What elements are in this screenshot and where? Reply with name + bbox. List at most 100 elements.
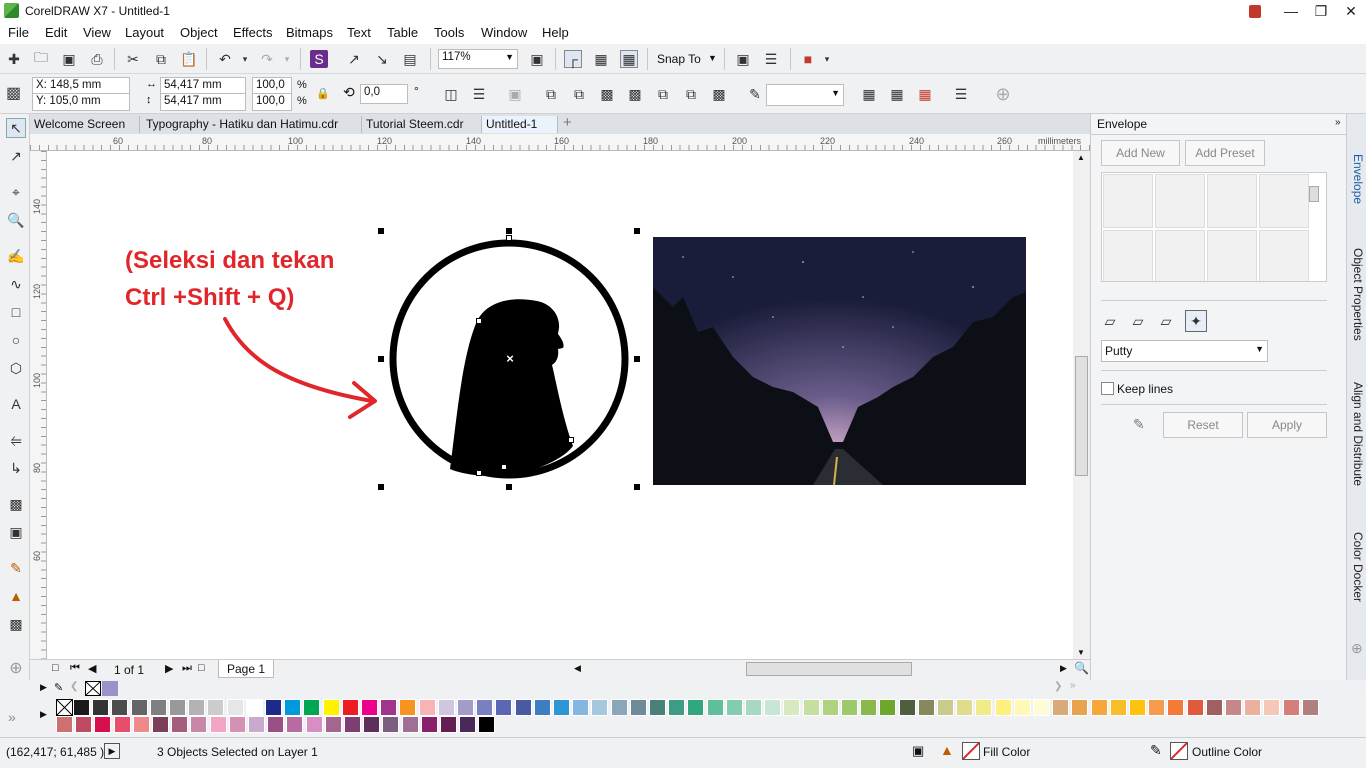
color-swatch[interactable] <box>725 699 743 716</box>
color-swatch[interactable] <box>226 699 244 716</box>
zoom-navigator-icon[interactable]: 🔍 <box>1074 661 1089 675</box>
docker-collapse-icon[interactable]: » <box>1335 117 1341 128</box>
color-swatch[interactable] <box>514 699 532 716</box>
menu-layout[interactable]: Layout <box>125 25 164 40</box>
color-swatch[interactable] <box>111 699 129 716</box>
color-swatch[interactable] <box>380 699 398 716</box>
color-swatch[interactable] <box>363 716 381 733</box>
show-rulers-icon[interactable]: ┌ <box>564 50 582 68</box>
color-swatch[interactable] <box>245 699 263 716</box>
options-icon[interactable]: ☰ <box>762 50 780 68</box>
color-swatch[interactable] <box>171 716 189 733</box>
page-1-tab[interactable]: Page 1 <box>218 660 275 678</box>
connector-tool-icon[interactable]: ↳ <box>6 458 26 478</box>
color-proof-icon[interactable]: ▣ <box>912 743 924 759</box>
color-swatch[interactable] <box>1225 699 1242 716</box>
menu-tools[interactable]: Tools <box>434 25 464 40</box>
color-swatch[interactable] <box>917 699 935 716</box>
horizontal-scroll-thumb[interactable] <box>746 662 912 676</box>
palette-eyedropper-icon[interactable]: ✎ <box>54 681 63 694</box>
color-swatch[interactable] <box>286 716 304 733</box>
tab-welcome-screen[interactable]: Welcome Screen <box>30 116 140 133</box>
color-swatch[interactable] <box>553 699 570 716</box>
parallel-dimension-icon[interactable]: ⥢ <box>6 430 26 450</box>
drop-shadow-icon[interactable]: ▩ <box>6 494 26 514</box>
color-swatch[interactable] <box>324 716 342 733</box>
scroll-thumb[interactable] <box>1075 356 1088 476</box>
close-button[interactable]: ✕ <box>1336 0 1366 22</box>
preset-cell[interactable] <box>1207 230 1257 281</box>
color-swatch[interactable] <box>1186 699 1204 716</box>
polygon-tool-icon[interactable]: ⬡ <box>6 358 26 378</box>
color-swatch[interactable] <box>418 699 436 716</box>
snap-to-dropdown[interactable]: Snap To <box>657 52 701 66</box>
smart-fill-icon[interactable]: ▩ <box>6 614 26 634</box>
palette-expand-icon[interactable]: » <box>8 709 16 725</box>
eyedropper-icon[interactable]: ✎ <box>1133 416 1145 433</box>
color-swatch[interactable] <box>478 716 496 733</box>
color-swatch[interactable] <box>149 699 167 716</box>
open-folder-icon[interactable]: 🗀 <box>32 49 50 68</box>
color-swatch[interactable] <box>73 699 90 716</box>
color-swatch[interactable] <box>344 716 361 733</box>
unconstrained-mode-icon[interactable]: ✦ <box>1185 310 1207 332</box>
side-tab-color-docker[interactable]: Color Docker <box>1351 532 1365 602</box>
node-handle[interactable] <box>476 470 482 476</box>
color-swatch[interactable] <box>1301 699 1319 716</box>
color-swatch[interactable] <box>92 699 110 716</box>
preset-cell[interactable] <box>1103 174 1153 228</box>
show-grid-icon[interactable]: ▦ <box>592 50 610 68</box>
color-swatch[interactable] <box>764 699 782 716</box>
color-swatch[interactable] <box>94 716 112 733</box>
tab-tutorial-steem[interactable]: Tutorial Steem.cdr <box>362 116 482 133</box>
height-field[interactable]: 54,417 mm <box>160 93 246 111</box>
drawing-canvas[interactable]: (Seleksi dan tekan Ctrl +Shift + Q) × <box>47 151 1073 659</box>
menu-edit[interactable]: Edit <box>45 25 67 40</box>
double-arc-mode-icon[interactable]: ▱ <box>1157 312 1175 330</box>
center-marker-icon[interactable]: × <box>504 352 516 365</box>
lock-ratio-icon[interactable]: 🔒 <box>316 87 330 100</box>
menu-view[interactable]: View <box>83 25 111 40</box>
palette-expand-icon[interactable]: » <box>1070 680 1076 691</box>
document-color-swatch[interactable] <box>102 681 118 696</box>
color-swatch[interactable] <box>745 699 762 716</box>
preset-cell[interactable] <box>1103 230 1153 281</box>
color-swatch[interactable] <box>207 699 225 716</box>
straight-line-mode-icon[interactable]: ▱ <box>1101 312 1119 330</box>
undo-dropdown-icon[interactable]: ▾ <box>236 50 254 68</box>
back-minus-front-icon[interactable]: ▩ <box>710 85 728 103</box>
color-swatch[interactable] <box>113 716 131 733</box>
simplify-icon[interactable]: ⧉ <box>654 85 672 103</box>
color-swatch[interactable] <box>994 699 1012 716</box>
combine-icon[interactable]: ⧉ <box>542 85 560 103</box>
last-page-icon[interactable]: ⏭ <box>182 662 192 675</box>
weld-icon[interactable]: ⧉ <box>570 85 588 103</box>
import-icon[interactable]: ↗ <box>345 50 363 68</box>
color-swatch[interactable] <box>841 699 858 716</box>
add-page-icon[interactable]: □ <box>52 662 59 674</box>
scale-y-field[interactable]: 100,0 <box>252 93 292 111</box>
crop-tool-icon[interactable]: ⌖ <box>6 182 26 202</box>
color-swatch[interactable] <box>937 699 954 716</box>
color-swatch[interactable] <box>303 699 321 716</box>
apply-button[interactable]: Apply <box>1247 412 1327 438</box>
selection-handle[interactable] <box>378 228 384 234</box>
add-page-after-icon[interactable]: □ <box>198 662 205 674</box>
color-swatch[interactable] <box>533 699 551 716</box>
scroll-up-icon[interactable]: ▲ <box>1077 153 1085 162</box>
color-swatch[interactable] <box>706 699 724 716</box>
color-swatch[interactable] <box>130 699 148 716</box>
menu-window[interactable]: Window <box>481 25 527 40</box>
color-swatch[interactable] <box>361 699 378 716</box>
align-icon[interactable]: ▣ <box>506 85 524 103</box>
color-swatch[interactable] <box>188 699 206 716</box>
menu-table[interactable]: Table <box>387 25 418 40</box>
horizontal-ruler[interactable]: 60 80 100 120 140 160 180 200 220 240 26… <box>30 134 1090 151</box>
color-swatch[interactable] <box>1167 699 1185 716</box>
menu-help[interactable]: Help <box>542 25 569 40</box>
side-tab-object-properties[interactable]: Object Properties <box>1351 248 1365 341</box>
launcher-dropdown-icon[interactable]: ▾ <box>818 50 836 68</box>
interactive-fill-icon[interactable]: ▲ <box>6 586 26 606</box>
save-icon[interactable]: ▣ <box>60 50 78 68</box>
color-swatch[interactable] <box>228 716 246 733</box>
